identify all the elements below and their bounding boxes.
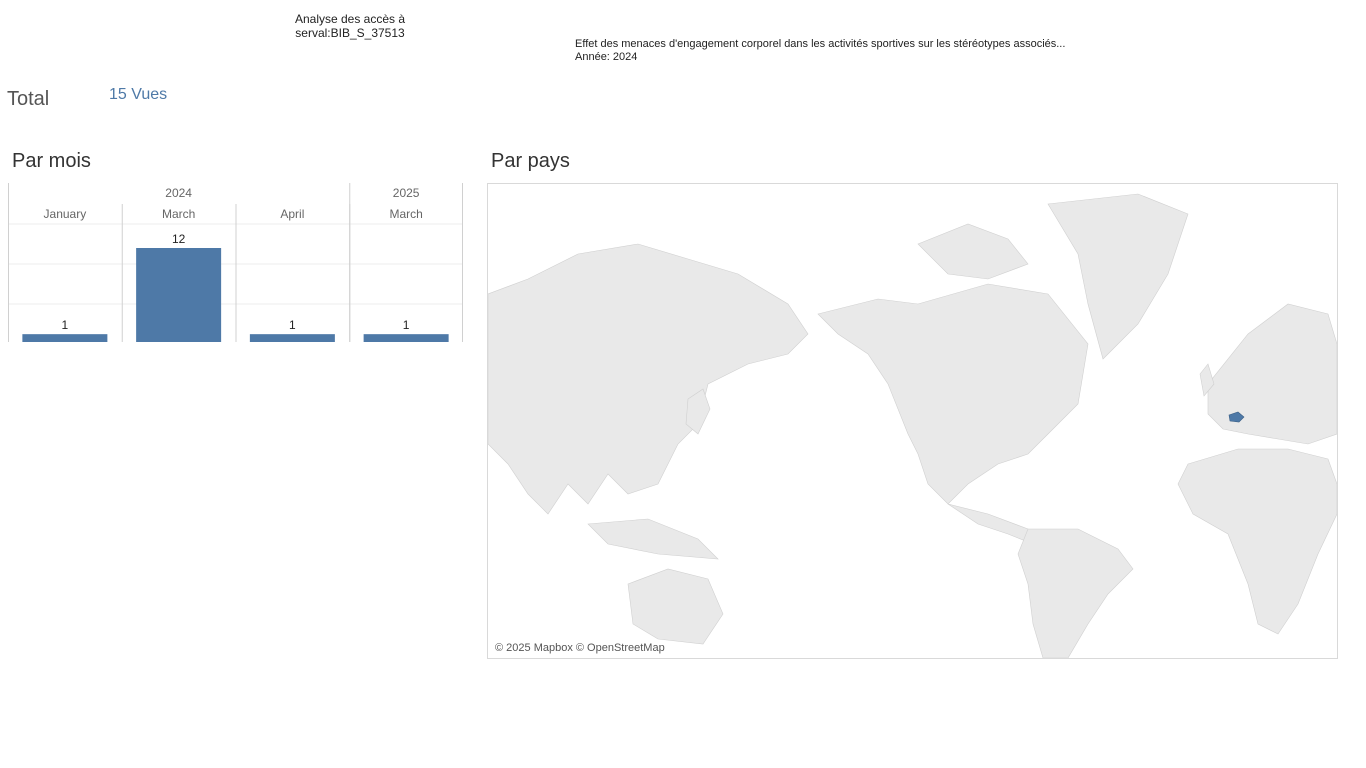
dashboard-title-line2: serval:BIB_S_37513: [295, 26, 405, 40]
total-views-value[interactable]: 15 Vues: [109, 86, 167, 104]
month-tick-label: March: [162, 207, 195, 221]
section-title-by-month: Par mois: [12, 150, 91, 172]
map-land-arctic-islands: [917, 223, 1029, 280]
total-label: Total: [7, 88, 50, 110]
map-land-africa: [1177, 448, 1337, 635]
world-map[interactable]: [487, 183, 1338, 659]
bar: [249, 334, 335, 342]
map-land-europe: [1207, 303, 1337, 445]
bar-value-label: 1: [289, 318, 296, 332]
bar-value-label: 1: [62, 318, 69, 332]
map-land-australia: [627, 568, 724, 645]
month-tick-label: April: [280, 207, 304, 221]
bar-value-label: 12: [172, 232, 186, 246]
publication-year: Année: 2024: [575, 51, 638, 63]
year-header-label: 2025: [393, 186, 420, 200]
bar: [22, 334, 108, 342]
dashboard-title-line1: Analyse des accès à: [294, 12, 406, 26]
map-attribution[interactable]: © 2025 Mapbox © OpenStreetMap: [495, 642, 665, 654]
section-title-by-country: Par pays: [491, 150, 570, 172]
map-land-north-america: [817, 283, 1089, 505]
month-tick-label: March: [389, 207, 422, 221]
publication-title: Effet des menaces d'engagement corporel …: [575, 38, 1066, 50]
month-tick-label: January: [44, 207, 87, 221]
map-land-south-america: [1017, 528, 1134, 658]
bar: [136, 248, 222, 342]
dashboard-title: Analyse des accès à serval:BIB_S_37513: [250, 12, 450, 40]
bar-value-label: 1: [403, 318, 410, 332]
world-map-svg: [488, 193, 1337, 658]
map-land-asia: [488, 243, 809, 515]
bar: [363, 334, 449, 342]
year-header-label: 2024: [165, 186, 192, 200]
monthly-bar-chart-svg: 2024 2025 January 1 March 12 April 1 March 1: [8, 183, 463, 342]
map-land-indonesia: [587, 518, 719, 560]
monthly-bar-chart: 2024 2025 January 1 March 12 April 1 March 1: [8, 183, 463, 343]
